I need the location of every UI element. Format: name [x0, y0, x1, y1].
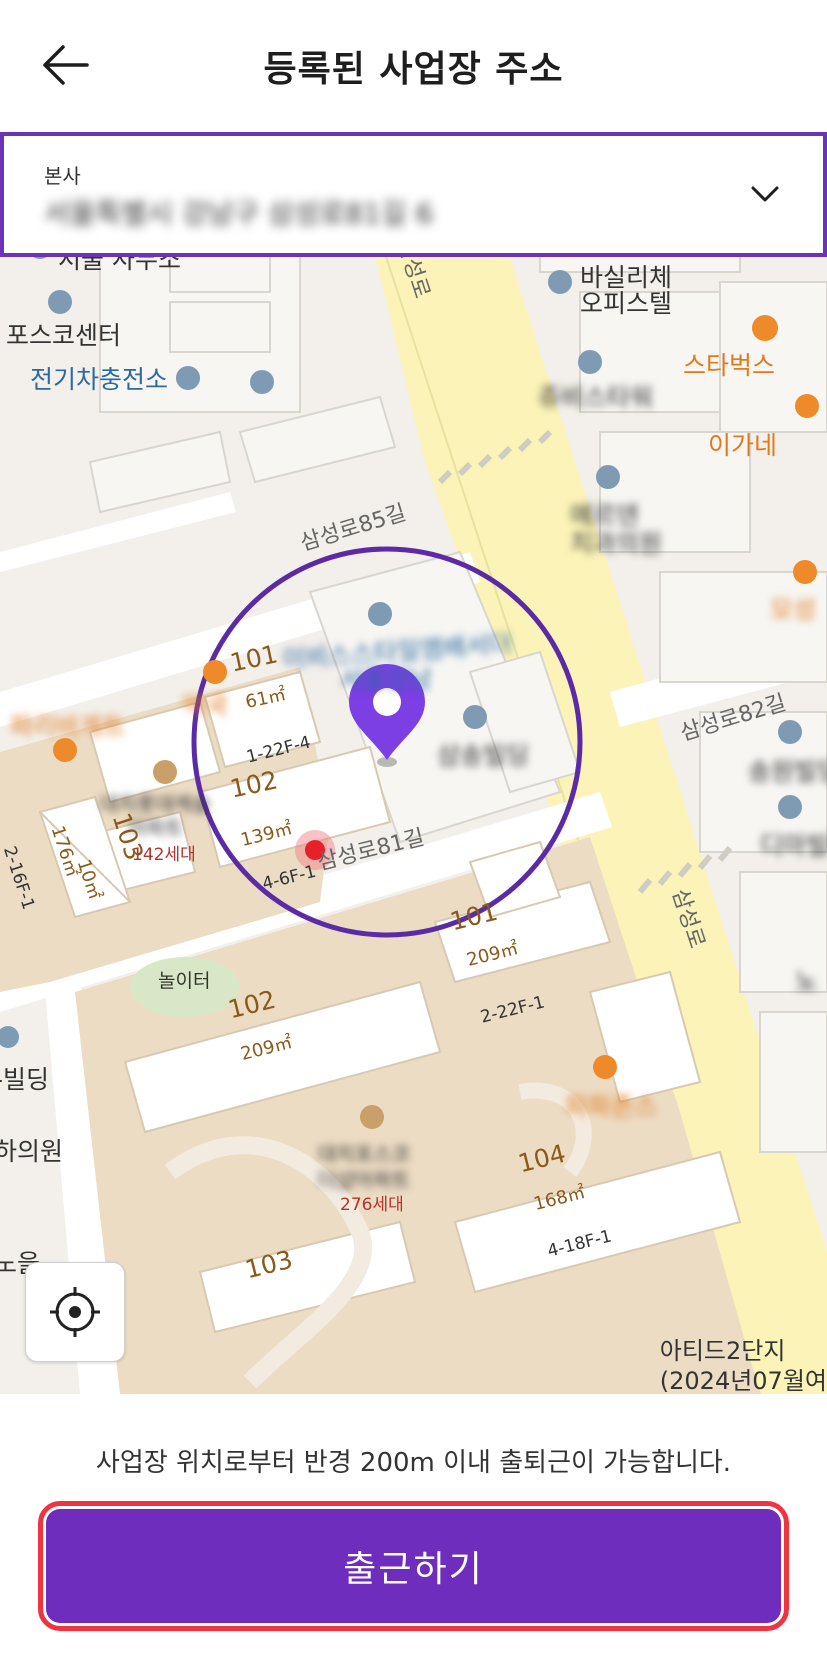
map-label: 치과의원 — [570, 529, 663, 558]
map-label: -빌딩 — [0, 1065, 50, 1094]
map-label: 송원빌딩 — [748, 757, 827, 786]
map-label: 삼송빌딩 — [437, 741, 530, 770]
map-credit-line2: (2024년07월여 — [659, 1367, 827, 1395]
map-label: 파파존스 — [565, 1092, 658, 1121]
map-view[interactable]: 서울 사무소 포스코센터 전기차충전소 바실리체 오피스텔 스타벅스 쥬비스타워… — [0, 132, 827, 1394]
map-label: 하의원 — [0, 1137, 64, 1166]
map-label: 파리바게트 — [10, 712, 126, 741]
map-credit: 아티드2단지 (2024년07월여 — [660, 1336, 827, 1396]
map-label: 노 — [795, 967, 819, 996]
chevron-down-icon[interactable] — [745, 174, 785, 214]
header: 등록된 사업장 주소 — [0, 0, 827, 132]
app-screen: 등록된 사업장 주소 서울 사무소 포스코센터 전기차충전소 바실리체 오피스텔… — [0, 0, 827, 1678]
current-location-button[interactable] — [25, 1262, 125, 1362]
map-label: 약국 — [182, 691, 229, 720]
map-label: 대치포스코 — [318, 1142, 410, 1166]
map-label: 스타벅스 — [683, 351, 776, 380]
crosshair-icon — [50, 1287, 100, 1337]
map-credit-line1: 아티드2단지 — [659, 1337, 786, 1365]
map-label: 서울강남 — [340, 665, 433, 694]
bottom-panel: 사업장 위치로부터 반경 200m 이내 출퇴근이 가능합니다. 출근하기 — [0, 1394, 827, 1678]
map-label: 이가네 — [708, 431, 778, 460]
checkin-button[interactable]: 출근하기 — [46, 1509, 781, 1623]
map-label: 쥬비스타워 — [538, 383, 654, 412]
map-canvas — [0, 132, 827, 1394]
workplace-address-value: 서울특별시 강남구 삼성로81길 6 — [44, 197, 434, 230]
workplace-address-dropdown[interactable]: 본사 서울특별시 강남구 삼성로81길 6 — [0, 132, 827, 257]
radius-info-text: 사업장 위치로부터 반경 200m 이내 출퇴근이 가능합니다. — [95, 1448, 732, 1478]
map-label: 모성 — [770, 595, 817, 624]
map-label: 276세대 — [340, 1195, 404, 1215]
map-label: 전기차충전소 — [30, 365, 169, 394]
map-label: 더샵아파트 — [318, 1168, 410, 1192]
map-label: 놀이터 — [158, 970, 211, 992]
map-label: 포스코센터 — [6, 321, 122, 350]
workplace-name-label: 본사 — [44, 164, 81, 188]
map-label: 디마빌딩 — [760, 831, 827, 860]
map-label: 오피스텔 — [580, 289, 673, 318]
page-title: 등록된 사업장 주소 — [263, 49, 564, 90]
